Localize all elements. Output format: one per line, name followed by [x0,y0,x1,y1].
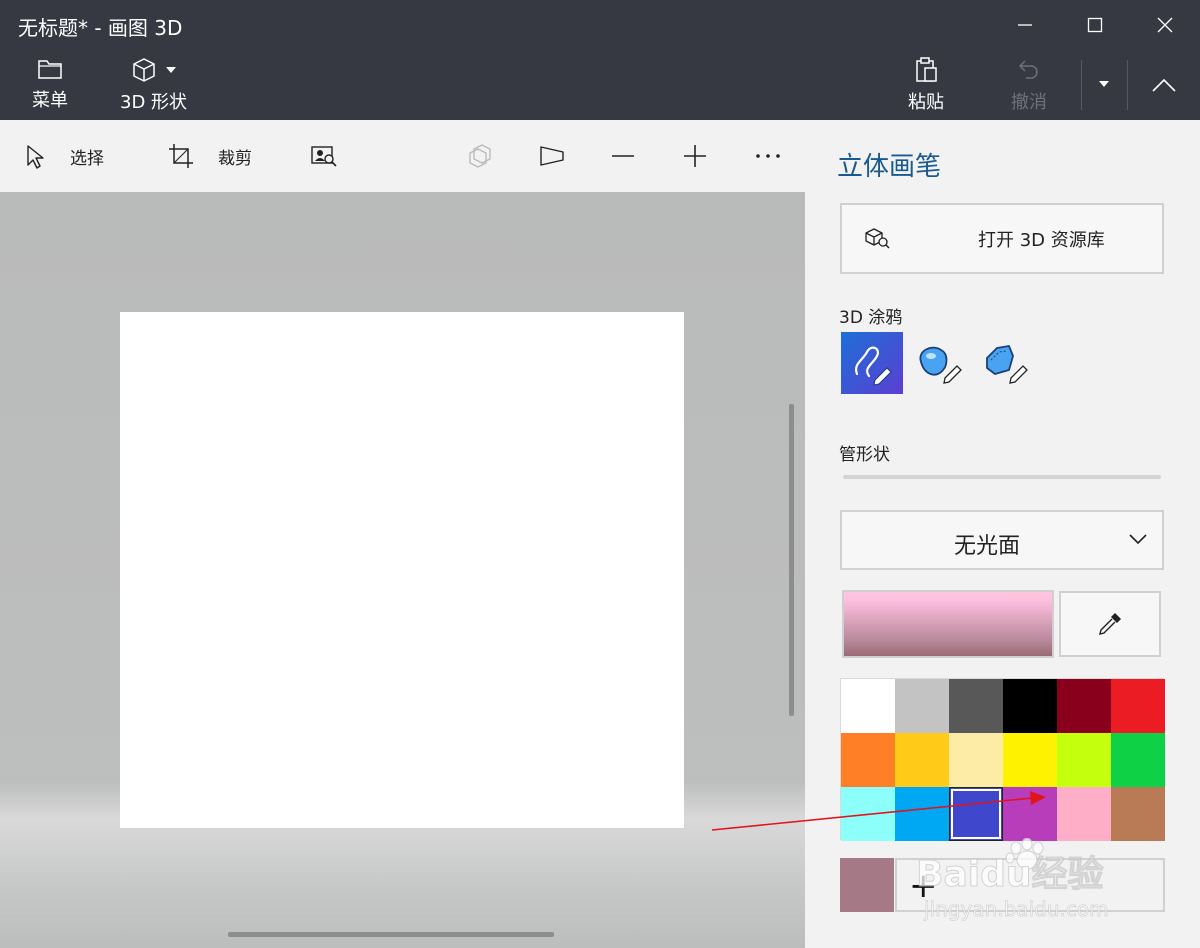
color-swatch[interactable] [1003,787,1057,841]
maximize-icon [1087,17,1103,33]
open-3d-library-button[interactable]: 打开 3D 资源库 [840,203,1164,274]
menu-button[interactable]: 菜单 [32,56,68,112]
crop-icon [169,144,193,168]
crop-label: 裁剪 [218,148,252,169]
color-palette [840,678,1165,841]
tube-doodle-icon [855,346,892,386]
sharp-edge-doodle-icon [986,345,1028,384]
color-swatch[interactable] [949,787,1003,841]
vertical-scrollbar[interactable] [789,404,794,716]
minimize-button[interactable] [990,0,1060,50]
plus-icon [684,145,706,167]
perspective-icon [540,146,564,166]
undo-label: 撤消 [1011,92,1047,113]
collapse-ribbon-button[interactable] [1144,70,1184,100]
workspace [0,192,805,948]
menu-label: 菜单 [32,90,68,111]
color-swatch[interactable] [895,679,949,733]
color-swatch[interactable] [895,733,949,787]
3d-library-icon [865,227,890,249]
ribbon-divider [1127,60,1128,110]
crop-tool-button[interactable]: 裁剪 [168,120,252,192]
eyedropper-icon [1099,613,1121,635]
finish-dropdown[interactable]: 无光面 [840,510,1164,570]
chevron-down-icon [1099,81,1109,87]
cursor-icon [27,145,44,169]
watermark-brand-text: Baidu经验 [916,854,1103,895]
select-tool-button[interactable]: 选择 [24,120,104,192]
soft-edge-doodle-button[interactable] [909,332,971,394]
ribbon-divider [1081,60,1082,110]
panel-title: 立体画笔 [837,152,942,182]
current-color-preview[interactable] [842,590,1054,658]
soft-edge-doodle-icon [919,346,962,384]
color-swatch[interactable] [1057,679,1111,733]
title-bar: 无标题* - 画图 3D 菜单 3D 形状 粘贴 撤消 [0,0,1200,120]
magic-select-icon [311,146,337,167]
clipboard-icon [916,57,937,82]
color-swatch[interactable] [895,787,949,841]
color-swatch[interactable] [1003,733,1057,787]
minus-icon [612,155,634,157]
color-swatch[interactable] [1057,787,1111,841]
color-swatch[interactable] [949,679,1003,733]
drawing-canvas[interactable] [120,312,684,828]
watermark-url-text: jingyan.baidu.com [923,897,1109,921]
chevron-down-icon [1129,534,1147,545]
perspective-button[interactable] [538,120,566,192]
close-icon [1157,17,1173,33]
color-swatch[interactable] [1111,733,1165,787]
tube-doodle-button[interactable] [841,332,903,394]
doodle-section-label: 3D 涂鸦 [839,308,903,328]
paste-button[interactable]: 粘贴 [908,56,944,114]
tube-shape-slider[interactable] [843,475,1161,479]
finish-value: 无光面 [954,534,1021,559]
magic-select-button[interactable] [310,120,338,192]
zoom-out-button[interactable] [610,120,636,192]
view-3d-button[interactable] [468,120,494,192]
maximize-button[interactable] [1060,0,1130,50]
undo-button[interactable]: 撤消 [1011,56,1047,114]
zoom-in-button[interactable] [682,120,708,192]
more-options-button[interactable] [754,120,782,192]
cube-icon [132,58,155,82]
eyedropper-button[interactable] [1059,591,1161,657]
paste-label: 粘贴 [908,92,944,113]
custom-color-swatch[interactable] [840,858,894,912]
3d-shapes-label: 3D 形状 [120,92,188,113]
view-3d-icon [469,144,491,168]
undo-icon [1018,60,1038,79]
color-swatch[interactable] [949,733,1003,787]
color-swatch[interactable] [1057,733,1111,787]
minimize-icon [1018,24,1032,26]
color-swatch[interactable] [1003,679,1057,733]
color-swatch[interactable] [841,679,895,733]
3d-brush-panel: 立体画笔 打开 3D 资源库 3D 涂鸦 管形状 无光面 + [805,120,1200,948]
sharp-edge-doodle-button[interactable] [975,332,1037,394]
close-button[interactable] [1130,0,1200,50]
window-title: 无标题* - 画图 3D [18,16,183,40]
ribbon-more-button[interactable] [1090,72,1118,96]
color-swatch[interactable] [841,787,895,841]
ellipsis-icon [756,154,780,158]
open-3d-library-label: 打开 3D 资源库 [978,229,1105,251]
tube-shape-label: 管形状 [839,445,890,465]
select-label: 选择 [70,148,104,169]
color-swatch[interactable] [1111,787,1165,841]
chevron-down-icon [165,67,176,73]
canvas-toolbar: 选择 裁剪 [0,120,805,192]
3d-shapes-button[interactable]: 3D 形状 [120,56,187,114]
chevron-up-icon [1152,78,1176,92]
horizontal-scrollbar[interactable] [228,932,554,937]
folder-icon [38,60,62,79]
color-swatch[interactable] [841,733,895,787]
baidu-watermark: Baidu经验 jingyan.baidu.com [916,838,1109,921]
color-swatch[interactable] [1111,679,1165,733]
